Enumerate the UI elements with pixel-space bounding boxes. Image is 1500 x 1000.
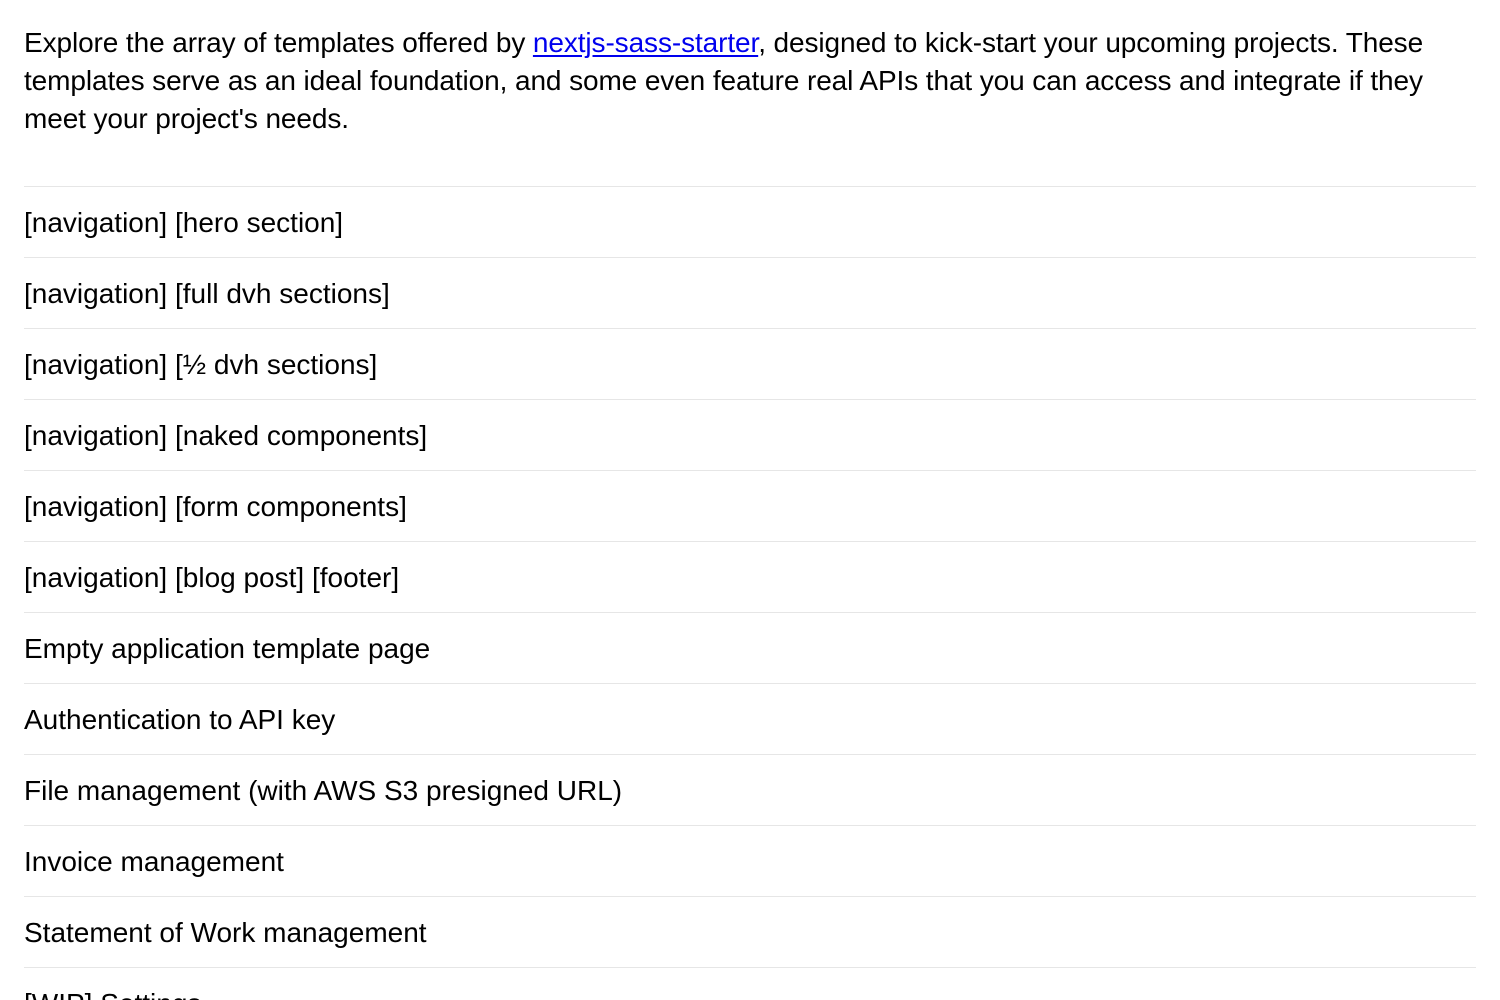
template-list-item[interactable]: Statement of Work management: [24, 897, 1476, 968]
nextjs-sass-starter-link[interactable]: nextjs-sass-starter: [533, 27, 758, 58]
template-list-item[interactable]: [navigation] [full dvh sections]: [24, 258, 1476, 329]
template-list-item[interactable]: Invoice management: [24, 826, 1476, 897]
template-link-full-dvh-sections[interactable]: [navigation] [full dvh sections]: [24, 278, 390, 309]
template-link-blog-post-footer[interactable]: [navigation] [blog post] [footer]: [24, 562, 399, 593]
template-link-authentication-api-key[interactable]: Authentication to API key: [24, 704, 335, 735]
template-link-file-management[interactable]: File management (with AWS S3 presigned U…: [24, 775, 622, 806]
template-link-empty-application[interactable]: Empty application template page: [24, 633, 430, 664]
template-list: [navigation] [hero section] [navigation]…: [24, 186, 1476, 1000]
template-list-item[interactable]: [navigation] [naked components]: [24, 400, 1476, 471]
template-list-item[interactable]: [navigation] [hero section]: [24, 187, 1476, 258]
template-link-naked-components[interactable]: [navigation] [naked components]: [24, 420, 427, 451]
template-list-item[interactable]: [navigation] [½ dvh sections]: [24, 329, 1476, 400]
template-link-half-dvh-sections[interactable]: [navigation] [½ dvh sections]: [24, 349, 377, 380]
template-link-settings[interactable]: [WIP] Settings: [24, 988, 201, 1000]
template-list-item[interactable]: [navigation] [blog post] [footer]: [24, 542, 1476, 613]
template-link-invoice-management[interactable]: Invoice management: [24, 846, 284, 877]
template-link-statement-of-work[interactable]: Statement of Work management: [24, 917, 427, 948]
template-list-item[interactable]: [WIP] Settings: [24, 968, 1476, 1000]
intro-text-before: Explore the array of templates offered b…: [24, 27, 533, 58]
page: Explore the array of templates offered b…: [0, 0, 1500, 1000]
template-list-item[interactable]: File management (with AWS S3 presigned U…: [24, 755, 1476, 826]
template-link-hero-section[interactable]: [navigation] [hero section]: [24, 207, 343, 238]
template-link-form-components[interactable]: [navigation] [form components]: [24, 491, 407, 522]
template-list-item[interactable]: [navigation] [form components]: [24, 471, 1476, 542]
intro-paragraph: Explore the array of templates offered b…: [24, 24, 1464, 138]
template-list-item[interactable]: Empty application template page: [24, 613, 1476, 684]
template-list-item[interactable]: Authentication to API key: [24, 684, 1476, 755]
